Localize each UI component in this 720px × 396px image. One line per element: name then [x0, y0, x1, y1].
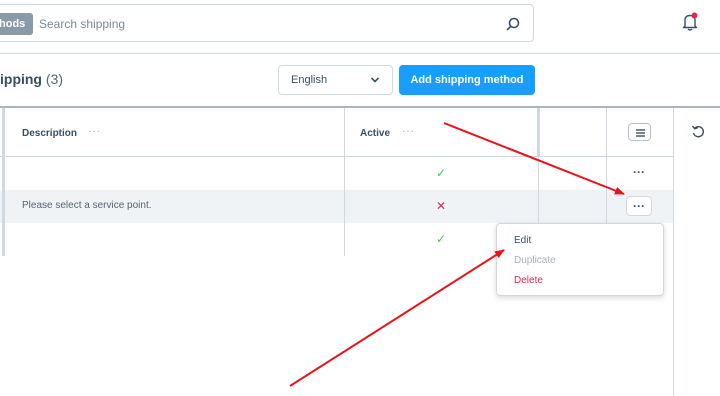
undo-icon[interactable] [691, 124, 705, 138]
inactive-cross-icon: ✕ [436, 199, 447, 213]
column-settings-active[interactable]: ··· [402, 126, 415, 137]
page-title-text: ipping [0, 71, 42, 87]
table-row[interactable]: Please select a service point. ✕ ··· [0, 190, 674, 223]
grid-header: Description ··· Active ··· [0, 108, 674, 157]
row-actions-button[interactable]: ··· [626, 163, 652, 183]
page-title: ipping (3) [0, 71, 63, 87]
table-row[interactable]: ✓ ··· [0, 157, 674, 190]
app-window: hods ipping (3) English Add shipping met… [0, 0, 720, 396]
row-actions-button[interactable]: ··· [626, 196, 652, 216]
grid-settings-button[interactable] [628, 123, 651, 141]
hamburger-icon [636, 129, 645, 137]
grid-side-panel [673, 108, 720, 396]
context-menu-edit[interactable]: Edit [514, 235, 531, 246]
language-value: English [291, 74, 328, 86]
notification-dot [691, 12, 698, 19]
column-settings-description[interactable]: ··· [88, 126, 101, 137]
add-shipping-method-button[interactable]: Add shipping method [399, 65, 535, 95]
context-menu-duplicate[interactable]: Duplicate [514, 255, 556, 266]
top-bar: hods [0, 0, 720, 54]
active-check-icon: ✓ [436, 232, 447, 246]
search-bar[interactable]: hods [0, 4, 534, 42]
item-count: (3) [45, 71, 64, 87]
bell-icon[interactable] [681, 12, 699, 32]
column-divider[interactable] [537, 108, 540, 157]
annotation-arrow [289, 249, 505, 387]
chevron-down-icon [370, 77, 380, 83]
context-menu-delete[interactable]: Delete [514, 275, 543, 286]
search-icon[interactable] [504, 15, 522, 33]
column-header-description[interactable]: Description [22, 128, 77, 139]
active-check-icon: ✓ [436, 166, 447, 180]
column-divider[interactable] [344, 108, 345, 256]
search-type-chip[interactable]: hods [0, 13, 33, 35]
description-cell: Please select a service point. [22, 200, 152, 211]
language-select[interactable]: English [278, 65, 393, 95]
column-header-active[interactable]: Active [360, 128, 390, 139]
column-divider[interactable] [2, 108, 5, 256]
search-input[interactable] [39, 13, 479, 35]
context-menu: Edit Duplicate Delete [496, 223, 664, 296]
